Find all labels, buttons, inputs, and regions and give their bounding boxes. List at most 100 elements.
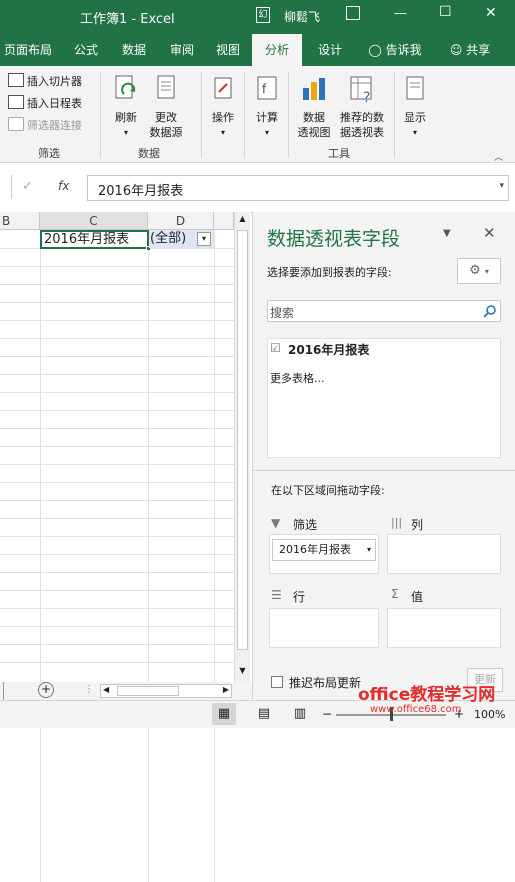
refresh-label: 刷新 xyxy=(115,111,137,124)
close-button[interactable]: ✕ xyxy=(485,5,497,21)
filter-connections-icon xyxy=(8,117,24,131)
gridline xyxy=(0,356,234,357)
tab-data[interactable]: 数据 xyxy=(112,34,156,66)
recommended-pivottables-button[interactable]: ? 推荐的数 据透视表 xyxy=(334,74,390,140)
column-header-c[interactable]: C xyxy=(40,212,148,230)
pivotchart-label-2: 透视图 xyxy=(297,126,331,139)
gear-icon[interactable]: ⚙ ▾ xyxy=(457,258,501,284)
gridline xyxy=(0,338,234,339)
add-sheet-icon[interactable]: + xyxy=(38,682,54,698)
more-tables-link[interactable]: 更多表格... xyxy=(270,370,325,386)
zoom-level[interactable]: 100% xyxy=(474,708,505,721)
pane-options-chevron-icon[interactable]: ▼ xyxy=(443,228,451,239)
ribbon-tabs: 页面布局 公式 数据 审阅 视图 分析 设计 ◯ 告诉我 ☺ 共享 xyxy=(0,34,515,66)
zoom-slider-thumb[interactable] xyxy=(390,707,393,721)
filter-connections-button[interactable]: 筛选器连接 xyxy=(8,116,82,136)
scroll-up-icon[interactable]: ▲ xyxy=(236,214,249,226)
minimize-button[interactable]: — xyxy=(394,6,407,21)
update-button[interactable]: 更新 xyxy=(467,668,503,692)
document-icon[interactable]: 幻 xyxy=(256,7,270,23)
gridline xyxy=(0,464,234,465)
gridline xyxy=(0,662,234,663)
gridline xyxy=(0,644,234,645)
slicer-icon xyxy=(8,73,24,87)
gridline xyxy=(0,554,234,555)
column-header-b[interactable]: B xyxy=(0,212,40,230)
filter-field-chip[interactable]: 2016年月报表 ▾ xyxy=(272,539,376,561)
scroll-left-icon[interactable]: ◀ xyxy=(103,685,109,694)
filter-dropdown-button[interactable]: ▾ xyxy=(197,232,211,246)
field-label[interactable]: 2016年月报表 xyxy=(288,341,369,358)
actions-button[interactable]: 操作 ▾ xyxy=(206,74,240,140)
insert-timeline-label: 插入日程表 xyxy=(27,97,82,110)
user-name[interactable]: 柳鬆飞 xyxy=(284,8,320,25)
ribbon-separator xyxy=(244,72,245,158)
worksheet-grid[interactable]: B C D 2016年月报表 (全部) ▾ ▲ ▼ xyxy=(0,212,250,882)
sheet-tab-edge[interactable] xyxy=(0,682,4,700)
insert-function-button[interactable]: fx xyxy=(58,179,69,193)
defer-update-checkbox[interactable] xyxy=(271,676,283,688)
zoom-in-icon[interactable]: + xyxy=(454,707,464,721)
tab-design[interactable]: 设计 xyxy=(308,34,352,66)
maximize-button[interactable]: ☐ xyxy=(439,4,452,20)
name-box-edge xyxy=(0,175,12,199)
normal-view-icon[interactable]: ▦ xyxy=(212,703,236,725)
change-data-source-button[interactable]: 更改 数据源 xyxy=(144,74,188,140)
selected-cell-c1[interactable]: 2016年月报表 xyxy=(40,230,149,249)
insert-timeline-button[interactable]: 插入日程表 xyxy=(8,94,82,114)
zoom-out-icon[interactable]: − xyxy=(322,707,332,721)
insert-slicer-button[interactable]: 插入切片器 xyxy=(8,72,82,92)
scroll-thumb[interactable] xyxy=(237,230,248,650)
field-checkbox-checked[interactable]: ☑ xyxy=(270,341,281,355)
search-icon[interactable] xyxy=(483,304,497,318)
chevron-down-icon[interactable]: ▾ xyxy=(367,540,371,560)
tab-formulas[interactable]: 公式 xyxy=(64,34,108,66)
tab-view[interactable]: 视图 xyxy=(208,34,248,66)
scroll-right-icon[interactable]: ▶ xyxy=(223,685,229,694)
gridline xyxy=(0,374,234,375)
calculations-button[interactable]: f 计算 ▾ xyxy=(250,74,284,140)
show-button[interactable]: 显示 ▾ xyxy=(398,74,432,140)
search-placeholder: 搜索 xyxy=(270,306,295,320)
page-break-view-icon[interactable]: ▥ xyxy=(290,703,310,725)
show-icon xyxy=(406,76,424,100)
show-label: 显示 xyxy=(404,111,426,124)
rows-zone[interactable] xyxy=(269,608,379,648)
insert-slicer-label: 插入切片器 xyxy=(27,75,82,88)
collapse-ribbon-icon[interactable]: ︿ xyxy=(494,150,503,163)
hscroll-thumb[interactable] xyxy=(117,686,179,696)
values-zone[interactable] xyxy=(387,608,501,648)
share-button[interactable]: ☺ 共享 xyxy=(440,34,500,66)
search-input[interactable]: 搜索 xyxy=(267,300,501,322)
tab-review[interactable]: 审阅 xyxy=(160,34,204,66)
drag-fields-label: 在以下区域间拖动字段: xyxy=(271,484,385,497)
cancel-icon[interactable]: ✓ xyxy=(22,179,33,194)
gridline xyxy=(0,536,234,537)
columns-zone[interactable] xyxy=(387,534,501,574)
refresh-button[interactable]: 刷新 ▾ xyxy=(108,74,144,140)
vertical-scrollbar[interactable]: ▲ ▼ xyxy=(234,212,250,682)
ribbon-display-options-icon[interactable] xyxy=(346,6,360,20)
pivotchart-label-1: 数据 xyxy=(303,111,325,124)
window-title: 工作簿1 - Excel xyxy=(80,12,175,27)
formula-input[interactable]: 2016年月报表 ▾ xyxy=(87,175,509,201)
tab-split-handle-icon[interactable]: ⋮ xyxy=(84,684,94,695)
zone-values-label: 值 xyxy=(411,590,424,604)
tab-page-layout[interactable]: 页面布局 xyxy=(0,34,56,66)
horizontal-scrollbar[interactable]: ◀ ▶ xyxy=(100,684,232,698)
pivotchart-button[interactable]: 数据 透视图 xyxy=(294,74,334,140)
gridline xyxy=(0,284,234,285)
gridline xyxy=(0,482,234,483)
column-header-e[interactable] xyxy=(214,212,234,230)
column-header-d[interactable]: D xyxy=(148,212,214,230)
group-label-filter: 筛选 xyxy=(38,147,60,160)
scroll-down-icon[interactable]: ▼ xyxy=(236,666,249,678)
page-layout-view-icon[interactable]: ▤ xyxy=(254,703,274,725)
tab-analyze[interactable]: 分析 xyxy=(252,34,302,66)
close-pane-icon[interactable]: ✕ xyxy=(483,224,496,242)
ribbon-separator xyxy=(394,72,395,158)
chevron-down-icon[interactable]: ▾ xyxy=(499,181,504,191)
tell-me-search[interactable]: ◯ 告诉我 xyxy=(362,34,428,66)
filters-zone[interactable]: 2016年月报表 ▾ xyxy=(269,534,379,574)
filter-icon: ▼ xyxy=(271,516,281,530)
